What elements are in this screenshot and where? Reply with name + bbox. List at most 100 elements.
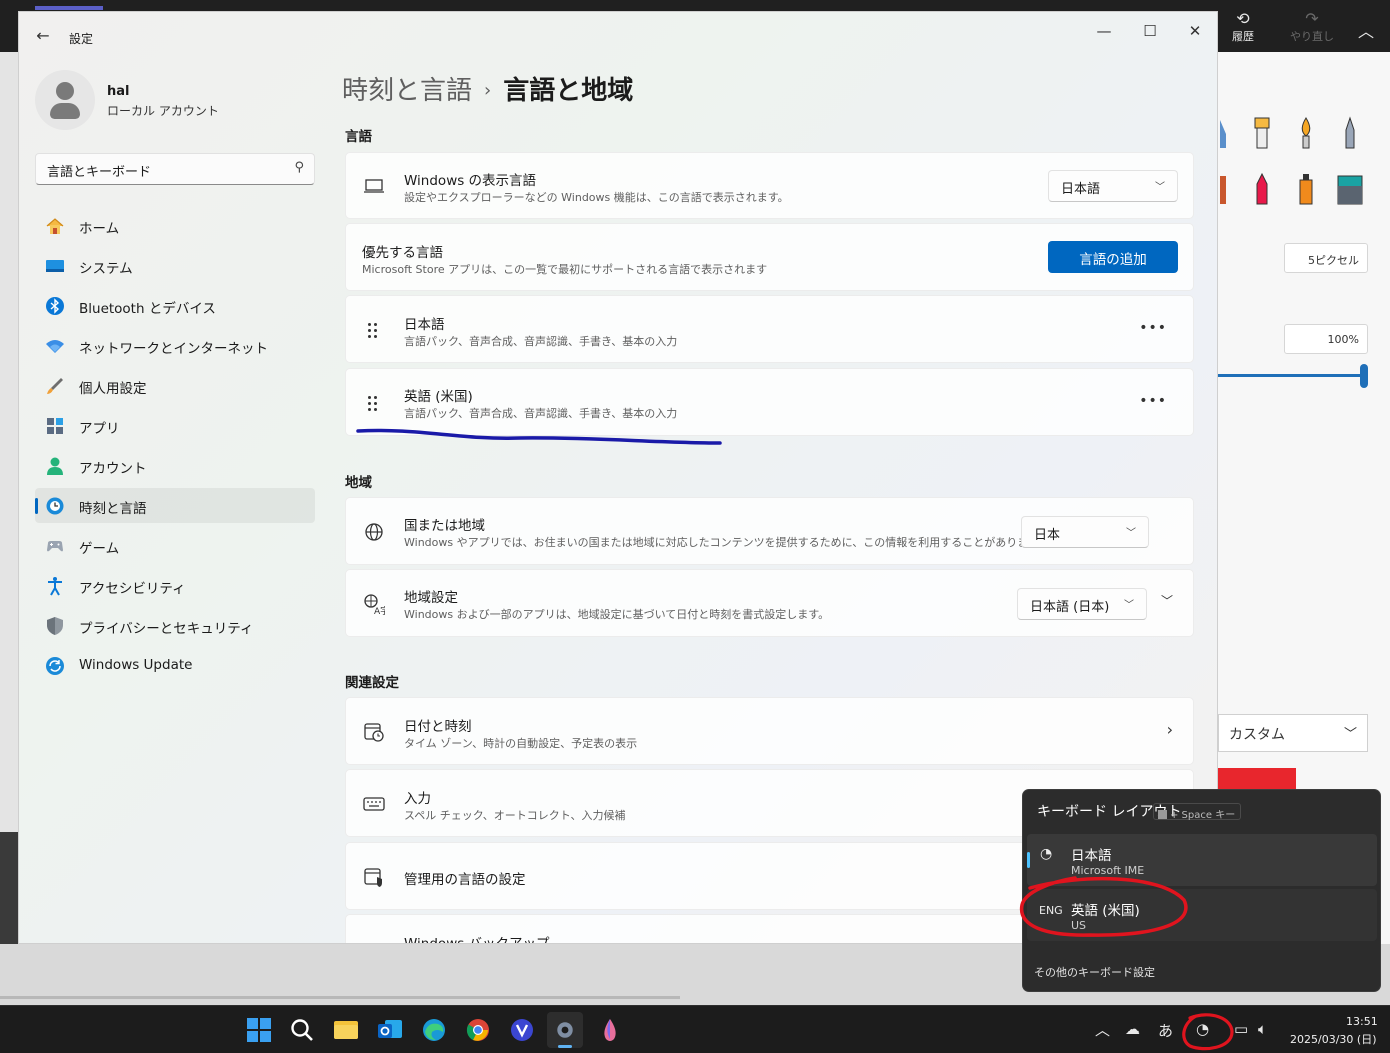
sidebar-item-accessibility[interactable]: アクセシビリティ [35, 568, 315, 603]
system-icon [45, 256, 65, 276]
minimize-button[interactable]: — [1089, 22, 1119, 52]
file-explorer-icon[interactable] [332, 1016, 360, 1044]
sidebar-item-network[interactable]: ネットワークとインターネット [35, 328, 315, 363]
clock-time[interactable]: 13:51 [1346, 1015, 1378, 1028]
vivaldi-icon[interactable] [508, 1016, 536, 1044]
onedrive-icon[interactable]: ☁ [1125, 1020, 1140, 1038]
crayon-icon[interactable] [1253, 172, 1271, 206]
sidebar-item-label: ゲーム [79, 541, 120, 557]
sidebar-item-accounts[interactable]: アカウント [35, 448, 315, 483]
marker-icon[interactable] [1218, 172, 1236, 206]
avatar[interactable] [35, 70, 95, 130]
section-related-title: 関連設定 [345, 675, 399, 691]
breadcrumb-parent[interactable]: 時刻と言語 [342, 76, 472, 106]
show-hidden-icons-icon[interactable]: ︿ [1095, 1019, 1110, 1040]
color-swatch-red[interactable] [1218, 768, 1296, 790]
country-region-select[interactable]: 日本 ﹀ [1021, 516, 1149, 548]
more-options-icon[interactable]: ••• [1139, 393, 1167, 409]
regional-format-card[interactable]: A字 地域設定 Windows および一部のアプリは、地域設定に基づいて日付と時… [345, 569, 1194, 637]
drag-handle-icon[interactable] [366, 396, 380, 414]
breadcrumb-separator: › [484, 80, 492, 101]
maximize-button[interactable]: ☐ [1135, 22, 1165, 52]
admin-language-icon [364, 868, 382, 887]
chevron-down-icon: ﹀ [1126, 528, 1136, 539]
sidebar-item-label: システム [79, 261, 133, 277]
section-region-title: 地域 [345, 475, 372, 491]
brush-size-input[interactable]: 5ピクセル [1284, 243, 1368, 273]
related-item-description: タイム ゾーン、時計の自動設定、予定表の表示 [404, 737, 638, 750]
bluetooth-icon [45, 296, 65, 316]
sidebar-item-time-language[interactable]: 時刻と言語 [35, 488, 315, 523]
sidebar-item-system[interactable]: システム [35, 248, 315, 283]
settings-taskbar-button[interactable] [547, 1012, 583, 1048]
language-item-english-us[interactable]: 英語 (米国) 言語パック、音声合成、音声認識、手書き、基本の入力 ••• [345, 368, 1194, 436]
sidebar-item-privacy[interactable]: プライバシーとセキュリティ [35, 608, 315, 643]
back-button[interactable]: ← [33, 26, 53, 46]
search-input[interactable]: 言語とキーボード ⚲ [35, 153, 315, 185]
close-icon: ✕ [1188, 22, 1202, 40]
related-item-title: 日付と時刻 [404, 719, 472, 735]
chrome-icon[interactable] [464, 1016, 492, 1044]
related-item-title: 入力 [404, 791, 431, 807]
preferred-languages-title: 優先する言語 [362, 245, 443, 261]
edge-icon[interactable] [420, 1016, 448, 1044]
brush-calligraphy-icon[interactable] [1218, 116, 1236, 150]
collapse-ribbon-icon[interactable]: ︿ [1358, 18, 1374, 42]
pencil-icon[interactable] [1341, 116, 1359, 150]
clock-date[interactable]: 2025/03/30 (日) [1290, 1031, 1376, 1047]
sidebar-item-label: アクセシビリティ [79, 581, 186, 597]
keyboard-option-japanese[interactable]: ◔ 日本語 Microsoft IME [1027, 834, 1377, 886]
expand-chevron-icon[interactable]: ﹀ [1161, 592, 1173, 609]
personalization-icon [45, 376, 65, 396]
brush-oil-icon[interactable] [1297, 116, 1315, 150]
accessibility-icon [45, 576, 65, 596]
canvas-left-edge [0, 52, 18, 832]
start-icon[interactable] [245, 1016, 273, 1044]
display-language-select[interactable]: 日本語 ﹀ [1048, 170, 1178, 202]
opacity-slider-thumb[interactable] [1360, 364, 1368, 388]
opacity-input[interactable]: 100% [1284, 324, 1368, 354]
ime-mode-indicator[interactable]: あ [1158, 1020, 1173, 1041]
keyboard-option-name: 英語 (米国) [1071, 903, 1140, 919]
opacity-slider[interactable] [1218, 374, 1366, 377]
palette-select[interactable]: カスタム ﹀ [1218, 714, 1368, 752]
keyboard-option-english-us[interactable]: ENG 英語 (米国) US [1027, 889, 1377, 941]
network-icon[interactable]: ▭ [1234, 1020, 1248, 1038]
home-icon [45, 216, 65, 236]
search-icon: ⚲ [294, 160, 304, 175]
history-button[interactable]: ⟲ 履歴 [1218, 10, 1268, 44]
volume-icon[interactable]: 🔈︎ [1258, 1020, 1267, 1038]
sidebar-item-bluetooth[interactable]: Bluetooth とデバイス [35, 288, 315, 323]
sidebar-item-personalization[interactable]: 個人用設定 [35, 368, 315, 403]
paint-icon[interactable] [596, 1016, 624, 1044]
sidebar-item-gaming[interactable]: ゲーム [35, 528, 315, 563]
drag-handle-icon[interactable] [366, 323, 380, 341]
spray-can-icon[interactable] [1297, 172, 1315, 206]
sidebar-item-home[interactable]: ホーム [35, 208, 315, 243]
keyboard-option-detail: US [1071, 919, 1087, 932]
search-icon[interactable] [288, 1016, 316, 1044]
language-item-japanese[interactable]: 日本語 言語パック、音声合成、音声認識、手書き、基本の入力 ••• [345, 295, 1194, 363]
add-language-button[interactable]: 言語の追加 [1048, 241, 1178, 273]
sidebar-item-apps[interactable]: アプリ [35, 408, 315, 443]
outlook-icon[interactable] [376, 1016, 404, 1044]
sidebar-item-label: 時刻と言語 [79, 501, 147, 517]
watercolor-icon[interactable] [1337, 172, 1363, 206]
sidebar-item-windows-update[interactable]: Windows Update [35, 648, 315, 683]
more-keyboard-settings-link[interactable]: その他のキーボード設定 [1034, 964, 1155, 980]
redo-button[interactable]: ↷ やり直し [1287, 10, 1337, 44]
brush-flat-icon[interactable] [1253, 116, 1271, 150]
time-language-icon [45, 496, 65, 516]
active-app-indicator [558, 1045, 572, 1048]
selected-indicator [35, 498, 38, 514]
arrow-left-icon: ← [36, 26, 50, 45]
sidebar-item-label: ホーム [79, 221, 120, 237]
regional-format-select[interactable]: 日本語 (日本) ﹀ [1017, 588, 1147, 620]
ime-icon[interactable]: ◔ [1196, 1020, 1209, 1038]
regional-format-title: 地域設定 [404, 590, 458, 606]
related-date-time-card[interactable]: 日付と時刻 タイム ゾーン、時計の自動設定、予定表の表示 › [345, 697, 1194, 765]
close-button[interactable]: ✕ [1180, 22, 1210, 52]
regional-format-icon: A字 [364, 594, 385, 615]
horizontal-scrollbar[interactable] [0, 996, 680, 999]
more-options-icon[interactable]: ••• [1139, 320, 1167, 336]
